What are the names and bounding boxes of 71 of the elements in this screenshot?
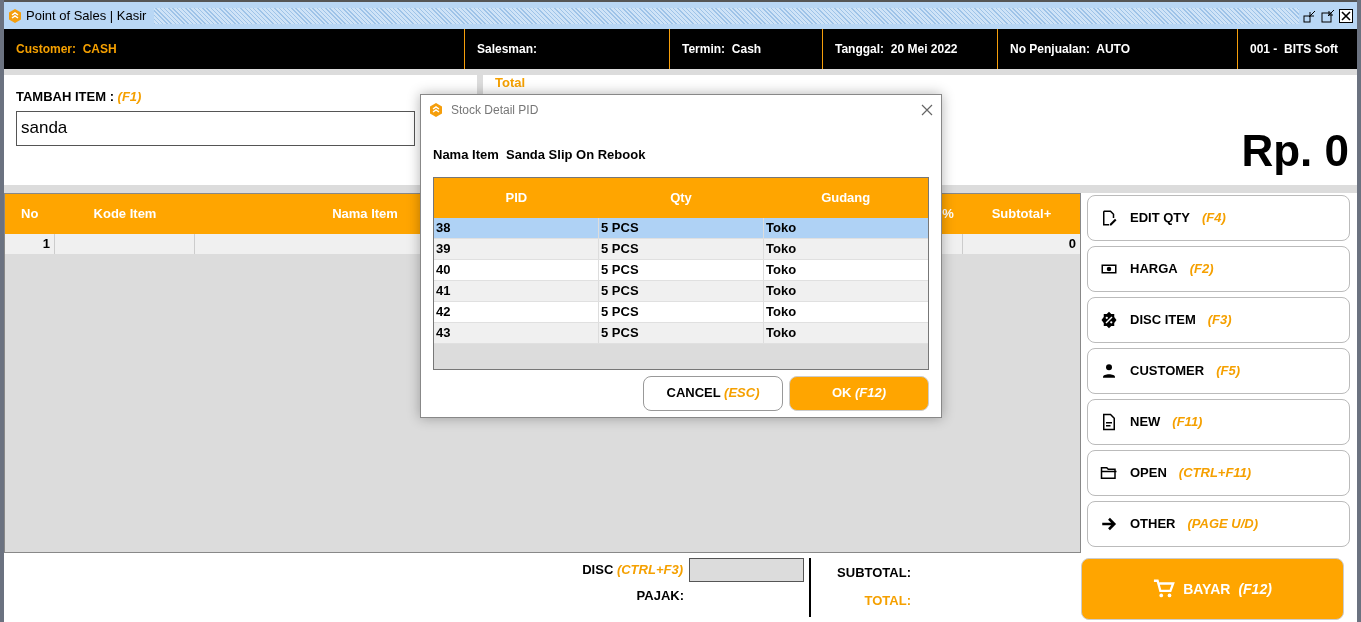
dialog-title: Stock Detail PID [451,102,540,119]
action-button[interactable]: HARGA (F2) [1087,246,1350,292]
add-item-label: TAMBAH ITEM : (F1) [16,88,143,106]
stock-row[interactable]: 41 5 PCS Toko [434,280,928,302]
table-cell: 5 PCS [601,240,639,256]
person-icon [1100,362,1118,380]
table-cell: 5 PCS [601,261,639,277]
app-logo-icon [429,103,443,117]
table-cell: 43 [436,324,451,340]
action-button[interactable]: NEW (F11) [1087,399,1350,445]
folder-icon [1100,464,1118,482]
stock-row[interactable]: 38 5 PCS Toko [434,217,928,239]
cancel-button[interactable]: CANCEL (ESC) [643,375,783,411]
info-field: Customer: CASH [16,40,117,58]
close-icon[interactable] [1339,8,1353,23]
grand-total-label: TOTAL: [864,591,911,610]
item-name-label: Nama Item Sanda Slip On Rebook [433,146,647,164]
subtotal-label: SUBTOTAL: [837,564,911,582]
table-cell: Toko [766,282,797,298]
action-button[interactable]: OPEN (CTRL+F11) [1087,450,1350,496]
table-cell: Toko [766,303,797,319]
column-header: PID [505,188,528,207]
table-cell: Toko [766,261,797,277]
tax-label: PAJAK: [636,587,685,605]
table-cell: 5 PCS [601,282,639,298]
table-cell: 40 [436,261,451,277]
column-header: % [942,205,954,224]
action-button[interactable]: OTHER (PAGE U/D) [1087,501,1350,547]
stock-row[interactable]: 42 5 PCS Toko [434,301,928,323]
table-cell: 5 PCS [601,219,639,235]
disc-field[interactable] [689,558,804,582]
cart-icon [1153,578,1176,600]
disc-label: DISC (CTRL+F3) [582,561,683,580]
info-field: Salesman: [477,40,538,58]
table-cell: Toko [766,219,797,235]
item-search-field[interactable]: sanda [16,110,415,146]
table-cell: 38 [436,219,451,235]
arrow-right-icon [1100,515,1118,533]
total-amount: Rp. 0 [1241,129,1349,173]
column-header: Kode Item [93,205,157,224]
app-logo-icon [8,8,22,23]
document-icon [1100,413,1118,431]
info-field: Tanggal: 20 Mei 2022 [835,40,958,58]
action-button[interactable]: DISC ITEM (F3) [1087,297,1350,343]
column-header: Nama Item [332,205,398,224]
table-cell: 5 PCS [601,324,639,340]
discount-badge-icon [1100,311,1118,329]
stock-row[interactable]: 39 5 PCS Toko [434,238,928,260]
table-cell: 42 [436,303,451,319]
table-cell: 5 PCS [601,303,639,319]
stock-row[interactable]: 40 5 PCS Toko [434,259,928,281]
info-field: 001 - BITS Soft [1250,40,1339,58]
table-cell-text: 0 [1068,235,1076,253]
stock-row[interactable]: 43 5 PCS Toko [434,322,928,344]
action-button[interactable]: CUSTOMER (F5) [1087,348,1350,394]
restore-icon[interactable] [1321,8,1335,23]
action-button[interactable]: EDIT QTY (F4) [1087,195,1350,241]
total-label: Total [495,76,526,89]
table-cell: Toko [766,240,797,256]
column-header: No [21,205,39,224]
table-cell: 41 [436,282,451,298]
document-edit-icon [1100,209,1118,227]
table-cell: Toko [766,324,797,340]
column-header: Qty [670,188,692,207]
info-field: Termin: Cash [682,40,762,58]
table-cell: 39 [436,240,451,256]
info-field: No Penjualan: AUTO [1010,40,1131,58]
table-cell-text: 1 [42,235,50,253]
restore-icon[interactable] [1303,8,1317,23]
column-header: Subtotal+ [991,205,1052,224]
column-header: Gudang [821,188,871,207]
